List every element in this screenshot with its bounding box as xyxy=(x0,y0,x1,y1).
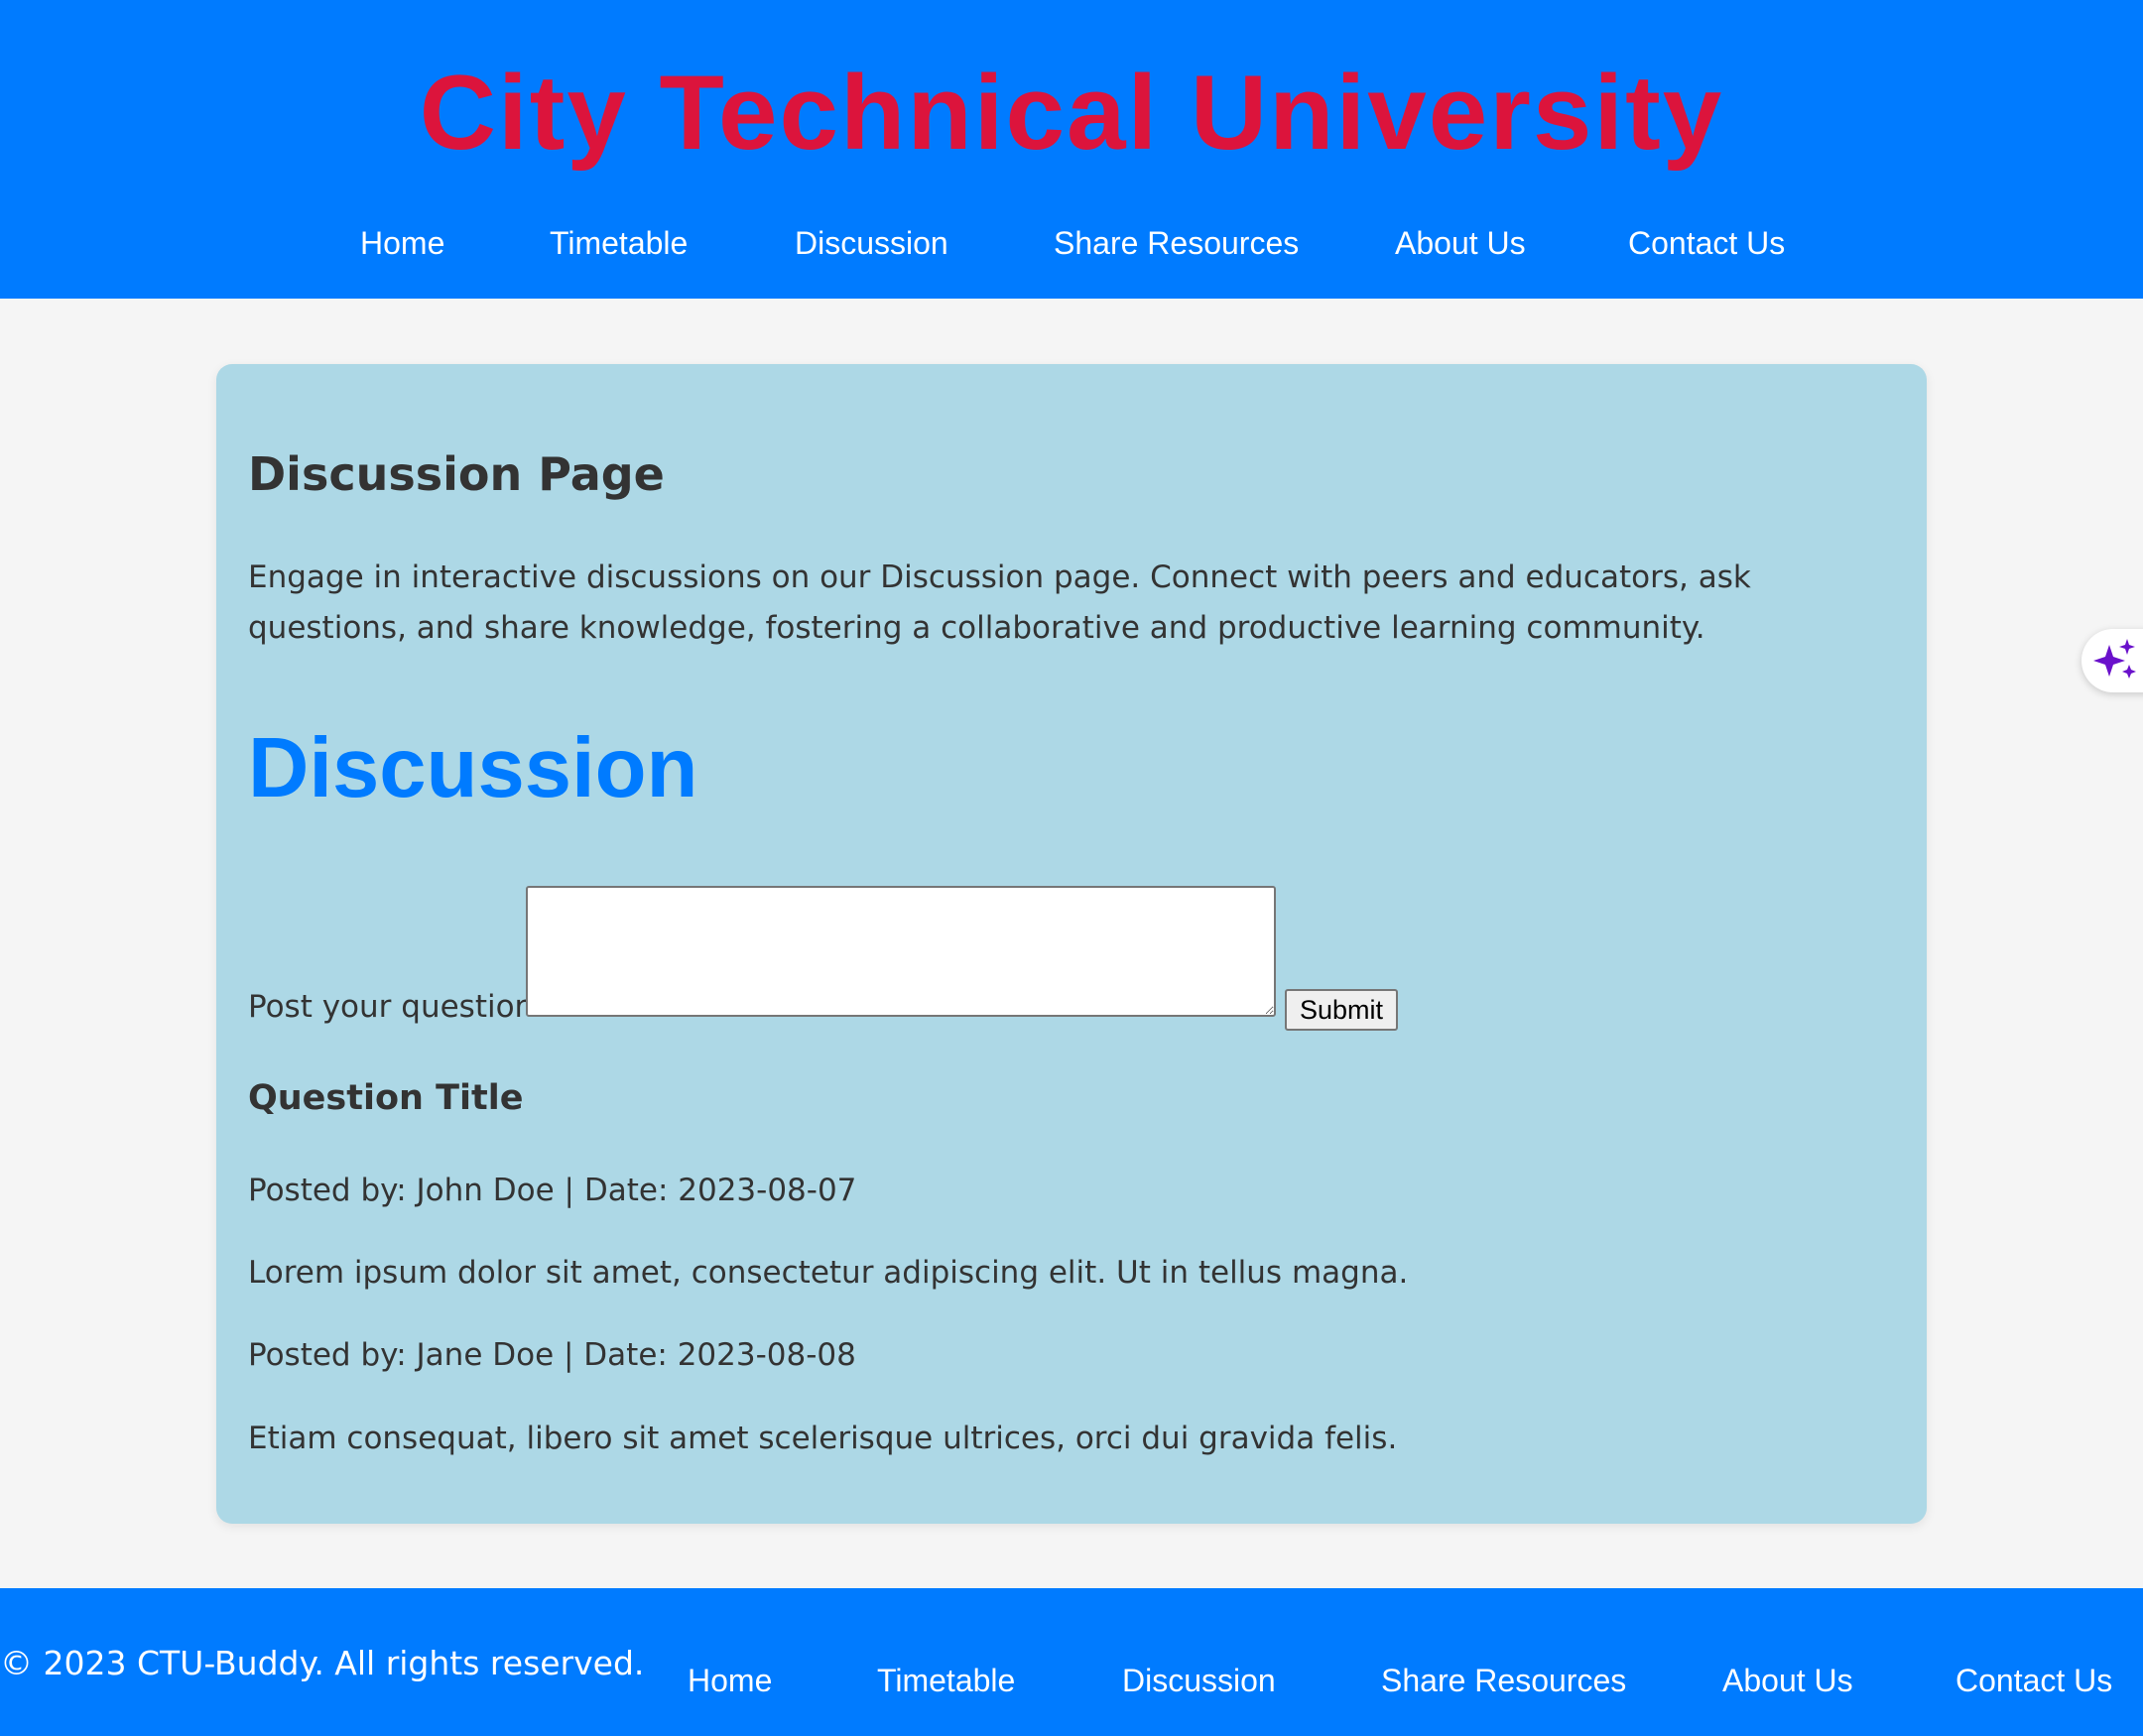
assistant-button[interactable] xyxy=(2081,629,2143,692)
nav-link-home[interactable]: Home xyxy=(360,218,444,268)
nav-link-about-us[interactable]: About Us xyxy=(1395,218,1526,268)
footer-link-about-us[interactable]: About Us xyxy=(1722,1656,1853,1705)
post-meta: Posted by: Jane Doe | Date: 2023-08-08 xyxy=(248,1337,856,1373)
post-text: Etiam consequat, libero sit amet sceleri… xyxy=(248,1421,1398,1456)
site-header: City Technical University Home Timetable… xyxy=(0,0,2143,299)
question-title: Question Title xyxy=(248,1078,524,1118)
site-title: City Technical University xyxy=(419,53,1724,172)
discussion-heading: Discussion xyxy=(248,721,698,815)
nav-link-contact-us[interactable]: Contact Us xyxy=(1628,218,1785,268)
nav-link-discussion[interactable]: Discussion xyxy=(795,218,948,268)
page-title: Discussion Page xyxy=(248,447,665,501)
main-nav: Home Timetable Discussion Share Resource… xyxy=(0,218,2143,268)
copyright-text: © 2023 CTU-Buddy. All rights reserved. xyxy=(0,1644,645,1682)
intro-text: Engage in interactive discussions on our… xyxy=(248,559,1751,646)
footer-link-home[interactable]: Home xyxy=(688,1656,772,1705)
sparkle-icon xyxy=(2093,639,2136,679)
nav-link-timetable[interactable]: Timetable xyxy=(550,218,688,268)
question-label: Post your question: xyxy=(248,989,545,1025)
footer-link-contact-us[interactable]: Contact Us xyxy=(1955,1656,2112,1705)
footer-link-discussion[interactable]: Discussion xyxy=(1122,1656,1276,1705)
nav-link-share-resources[interactable]: Share Resources xyxy=(1054,218,1299,268)
question-input[interactable] xyxy=(526,886,1276,1017)
post-text: Lorem ipsum dolor sit amet, consectetur … xyxy=(248,1255,1409,1291)
footer-link-timetable[interactable]: Timetable xyxy=(877,1656,1015,1705)
post-meta: Posted by: John Doe | Date: 2023-08-07 xyxy=(248,1173,857,1208)
footer-link-share-resources[interactable]: Share Resources xyxy=(1381,1656,1626,1705)
submit-button[interactable]: Submit xyxy=(1285,989,1398,1031)
